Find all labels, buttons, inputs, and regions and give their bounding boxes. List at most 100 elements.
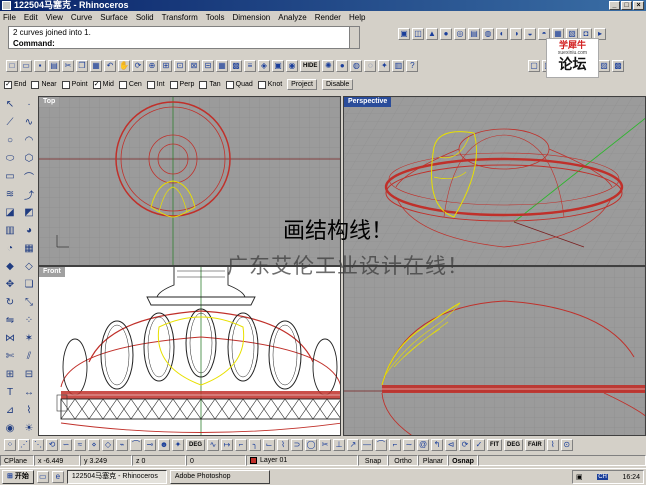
move-icon[interactable]: ✥ (2, 276, 18, 292)
remove-knot-icon[interactable]: ◇ (102, 438, 114, 451)
viewport-perspective-title[interactable]: Perspective (344, 97, 392, 107)
material-icon[interactable]: ▥ (392, 60, 405, 72)
boolean-union-icon[interactable]: ◍ (482, 28, 494, 40)
control-points-icon[interactable]: ⋰ (18, 438, 30, 451)
osnap-end-checkbox[interactable]: ✓ (4, 80, 12, 89)
close-button[interactable]: × (633, 1, 644, 10)
curve-from-object-icon[interactable]: ⤴ (21, 186, 37, 202)
boolean-difference-icon[interactable]: ◐ (496, 28, 508, 40)
menu-tools[interactable]: Tools (206, 11, 225, 24)
polygon-icon[interactable]: ⬡ (21, 150, 37, 166)
viewport-top-title[interactable]: Top (39, 97, 60, 107)
surface-corner-icon[interactable]: ◪ (2, 204, 18, 220)
split-icon[interactable]: ⫽ (21, 348, 37, 364)
select-arrow-icon[interactable]: ↖ (2, 96, 18, 112)
minimize-button[interactable]: _ (609, 1, 620, 10)
corner-icon[interactable]: ⌐ (389, 438, 402, 451)
twist-icon[interactable]: ⟳ (459, 438, 472, 451)
osnap-cen[interactable]: Cen (118, 80, 142, 89)
adjust-seam-icon[interactable]: ⊸ (144, 438, 156, 451)
osnap-quad-checkbox[interactable] (225, 80, 234, 89)
menu-view[interactable]: View (46, 11, 63, 24)
dimension-icon[interactable]: ↔ (21, 384, 37, 400)
line-icon[interactable]: — (361, 438, 374, 451)
viewport-right[interactable] (343, 266, 646, 436)
project-button[interactable]: Project (287, 79, 317, 90)
trim-icon[interactable]: ✄ (2, 348, 18, 364)
command-prompt[interactable]: Command: (13, 39, 55, 48)
explode-icon[interactable]: ✶ (21, 330, 37, 346)
revolve-icon[interactable]: ◕ (21, 222, 37, 238)
polyline-icon[interactable]: ⟋ (2, 114, 18, 130)
osnap-knot[interactable]: Knot (257, 80, 282, 89)
taper-icon[interactable]: ⊲ (445, 438, 458, 451)
pan-hand-icon[interactable]: ✋ (118, 60, 130, 72)
mesh-tools-icon[interactable]: ◇ (21, 258, 37, 274)
curvature-icon[interactable]: ⌇ (21, 402, 37, 418)
undo-icon[interactable]: ↶ (104, 60, 116, 72)
open-file-icon[interactable]: ▭ (20, 60, 32, 72)
help-icon[interactable]: ? (406, 60, 419, 72)
solid-box-icon[interactable]: ▣ (398, 28, 410, 40)
degree-button[interactable]: DEG (186, 438, 206, 451)
maximize-button[interactable]: □ (621, 1, 632, 10)
loft-icon[interactable]: ▥ (2, 222, 18, 238)
zoom-icon[interactable]: ⊕ (146, 60, 158, 72)
blend-icon[interactable]: ⌒ (130, 438, 142, 451)
solid-cylinder-icon[interactable]: ◫ (412, 28, 424, 40)
color-wheel-icon[interactable]: ✺ (322, 60, 335, 72)
status-layer[interactable]: Layer 01 (246, 455, 358, 466)
match-icon[interactable]: ⌁ (116, 438, 128, 451)
ungroup-icon[interactable]: ⊟ (21, 366, 37, 382)
lights-tool-icon[interactable]: ☀ (21, 420, 37, 436)
properties-icon[interactable]: ◈ (258, 60, 270, 72)
planar-toggle[interactable]: Planar (418, 455, 448, 466)
render-sphere-icon[interactable]: ● (336, 60, 349, 72)
boolean-intersect-icon[interactable]: ◑ (510, 28, 522, 40)
extrude-icon[interactable]: ▤ (468, 28, 480, 40)
arc-icon[interactable]: ◠ (21, 132, 37, 148)
fair-button[interactable]: FAIR (525, 438, 545, 451)
running-man-icon[interactable]: ✦ (172, 438, 184, 451)
menu-dimension[interactable]: Dimension (232, 11, 270, 24)
grid-icon[interactable]: ▩ (230, 60, 242, 72)
start-button[interactable]: ⊞ 开始 (2, 470, 34, 484)
quicklaunch-desktop-icon[interactable]: ▭ (36, 471, 49, 483)
curvature-graph-icon[interactable]: ⌇ (546, 438, 559, 451)
menu-edit[interactable]: Edit (24, 11, 38, 24)
rectangle-icon[interactable]: ▭ (2, 168, 18, 184)
save-icon[interactable]: ▪ (34, 60, 46, 72)
ellipse-icon[interactable]: ⬭ (2, 150, 18, 166)
edit-points-icon[interactable]: ⋱ (32, 438, 44, 451)
section-icon[interactable]: ▨ (598, 60, 610, 72)
zoom-selected-icon[interactable]: ⊠ (188, 60, 200, 72)
osnap-quad[interactable]: Quad (225, 80, 253, 89)
offset-icon[interactable]: ⊃ (291, 438, 304, 451)
sweep-icon[interactable]: ◔ (2, 240, 18, 256)
arc-edit-icon[interactable]: ⌒ (375, 438, 388, 451)
circle-icon[interactable]: ○ (2, 132, 18, 148)
copy-object-icon[interactable]: ❏ (21, 276, 37, 292)
mirror-icon[interactable]: ⇋ (2, 312, 18, 328)
menu-transform[interactable]: Transform (162, 11, 198, 24)
bend-icon[interactable]: ↰ (431, 438, 444, 451)
menu-file[interactable]: File (3, 11, 16, 24)
render-icon[interactable]: ◉ (2, 420, 18, 436)
disable-button[interactable]: Disable (321, 79, 354, 90)
rotate-view-icon[interactable]: ⟳ (132, 60, 144, 72)
menu-help[interactable]: Help (349, 11, 365, 24)
fillet-curve-icon[interactable]: ⌒ (21, 168, 37, 184)
rotate-icon[interactable]: ↻ (2, 294, 18, 310)
zoom-window-icon[interactable]: ⊞ (160, 60, 172, 72)
osnap-cen-checkbox[interactable] (118, 80, 127, 89)
shade-sphere-icon[interactable]: ◍ (350, 60, 363, 72)
wave-icon[interactable]: ∼ (403, 438, 416, 451)
solid-sphere-icon[interactable]: ● (440, 28, 452, 40)
osnap-int[interactable]: Int (146, 80, 165, 89)
fit-curve-icon[interactable]: ∽ (60, 438, 72, 451)
show-icon[interactable]: ◉ (286, 60, 298, 72)
end-icon[interactable]: ⊙ (560, 438, 573, 451)
osnap-mid[interactable]: ✓ Mid (92, 80, 114, 89)
scissors-icon[interactable]: ✂ (319, 438, 332, 451)
viewport-front-title[interactable]: Front (39, 267, 65, 277)
